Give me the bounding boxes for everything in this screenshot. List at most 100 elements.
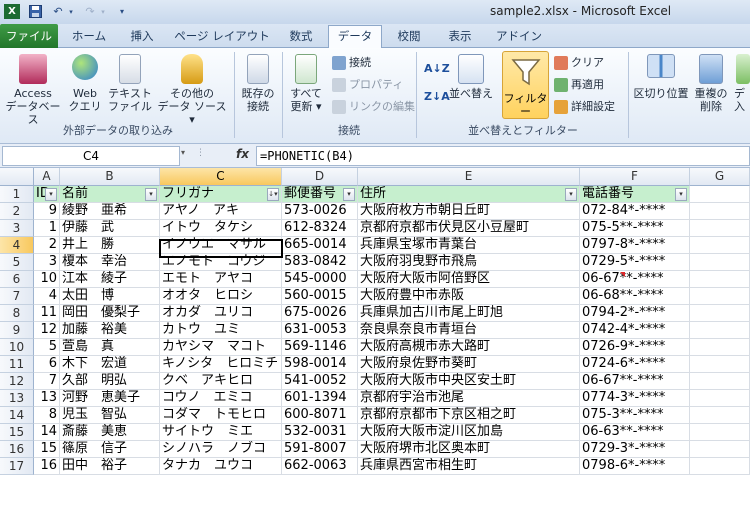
id-cell[interactable]: 7 [34,373,60,390]
row-header[interactable]: 2 [0,203,34,220]
id-cell[interactable]: 4 [34,288,60,305]
name-cell[interactable]: 久部 明弘 [60,373,160,390]
row-header[interactable]: 7 [0,288,34,305]
grid-cell[interactable] [690,373,750,390]
other-sources-button[interactable]: その他の データ ソース ▾ [154,54,230,126]
phone-cell[interactable]: 075-3**-**** [580,407,690,424]
zip-cell[interactable]: 591-8007 [282,441,358,458]
grid-cell[interactable] [690,390,750,407]
furigana-cell[interactable]: コダマ トモヒロ [160,407,282,424]
furigana-cell[interactable]: キノシタ ヒロミチ [160,356,282,373]
reapply-button[interactable]: 再適用 [554,76,604,94]
zip-cell[interactable]: 541-0052 [282,373,358,390]
address-cell[interactable]: 大阪府大阪市阿倍野区 [358,271,580,288]
filter-dropdown-icon[interactable]: ▾ [145,188,157,201]
zip-cell[interactable]: 560-0015 [282,288,358,305]
furigana-cell[interactable]: サイトウ ミエ [160,424,282,441]
clear-filter-button[interactable]: クリア [554,54,604,72]
id-cell[interactable]: 1 [34,220,60,237]
phone-cell[interactable]: 0797-8*-**** [580,237,690,254]
id-cell[interactable]: 3 [34,254,60,271]
zip-cell[interactable]: 675-0026 [282,305,358,322]
name-cell[interactable]: 河野 恵美子 [60,390,160,407]
address-cell[interactable]: 京都府宇治市池尾 [358,390,580,407]
advanced-filter-button[interactable]: 詳細設定 [554,98,615,116]
properties-button[interactable]: プロパティ [332,76,403,94]
sort-button[interactable]: 並べ替え [446,54,496,100]
formula-input[interactable]: =PHONETIC(B4) [256,146,750,166]
row-header[interactable]: 13 [0,390,34,407]
furigana-cell[interactable]: カトウ ユミ [160,322,282,339]
furigana-cell[interactable]: タナカ ユウコ [160,458,282,475]
furigana-cell[interactable]: クベ アキヒロ [160,373,282,390]
furigana-cell[interactable]: イトウ タケシ [160,220,282,237]
sort-filter-dropdown-icon[interactable]: ↓▾ [267,188,279,201]
row-header[interactable]: 9 [0,322,34,339]
zip-cell[interactable]: 631-0053 [282,322,358,339]
tab-page-layout[interactable]: ページ レイアウト [170,26,274,48]
phone-cell[interactable]: 0774-3*-**** [580,390,690,407]
address-cell[interactable]: 大阪府羽曳野市飛鳥 [358,254,580,271]
save-icon[interactable] [28,4,42,19]
tab-view[interactable]: 表示 [436,26,484,48]
grid-cell[interactable] [690,220,750,237]
edit-links-button[interactable]: リンクの編集 [332,98,415,116]
address-cell[interactable]: 大阪府大阪市中央区安土町 [358,373,580,390]
id-cell[interactable]: 11 [34,305,60,322]
remove-duplicates-button[interactable]: 重複の 削除 [692,54,730,113]
phone-cell[interactable]: 0729-5*-**** [580,254,690,271]
zip-cell[interactable]: 545-0000 [282,271,358,288]
address-cell[interactable]: 大阪府枚方市朝日丘町 [358,203,580,220]
undo-dropdown-icon[interactable]: ▾ [66,4,76,19]
phone-cell[interactable]: 06-67**-**** [580,271,690,288]
grid-cell[interactable] [690,203,750,220]
zip-cell[interactable]: 600-8071 [282,407,358,424]
excel-app-icon[interactable]: X [4,4,20,19]
id-cell[interactable]: 6 [34,356,60,373]
name-cell[interactable]: 岡田 優梨子 [60,305,160,322]
phone-cell[interactable]: 0742-4*-**** [580,322,690,339]
name-cell[interactable]: 井上 勝 [60,237,160,254]
filter-button[interactable]: フィルター [502,51,549,119]
id-cell[interactable]: 2 [34,237,60,254]
address-cell[interactable]: 奈良県奈良市青垣台 [358,322,580,339]
name-cell[interactable]: 児玉 智弘 [60,407,160,424]
furigana-cell[interactable]: エモト アヤコ [160,271,282,288]
grid-cell[interactable] [690,407,750,424]
row-header[interactable]: 1 [0,186,34,203]
grid-cell[interactable] [690,288,750,305]
furigana-cell[interactable]: オオタ ヒロシ [160,288,282,305]
furigana-cell[interactable]: カヤシマ マコト [160,339,282,356]
column-header-b[interactable]: B [60,168,160,186]
row-header[interactable]: 12 [0,373,34,390]
address-cell[interactable]: 大阪府豊中市赤阪 [358,288,580,305]
connections-button[interactable]: 接続 [332,54,371,72]
name-cell[interactable]: 綾野 亜希 [60,203,160,220]
row-header[interactable]: 11 [0,356,34,373]
row-header[interactable]: 14 [0,407,34,424]
grid-cell[interactable] [690,254,750,271]
grid-cell[interactable] [690,356,750,373]
phone-cell[interactable]: 0798-6*-**** [580,458,690,475]
filter-dropdown-icon[interactable]: ▾ [675,188,687,201]
column-header-a[interactable]: A [34,168,60,186]
row-header[interactable]: 8 [0,305,34,322]
address-cell[interactable]: 京都府京都市下京区相之町 [358,407,580,424]
phone-cell[interactable]: 0729-3*-**** [580,441,690,458]
name-cell[interactable]: 江本 綾子 [60,271,160,288]
text-file-button[interactable]: テキスト ファイル [106,54,154,113]
grid-cell[interactable] [690,339,750,356]
name-cell[interactable]: 伊藤 武 [60,220,160,237]
column-header-d[interactable]: D [282,168,358,186]
zip-cell[interactable]: 601-1394 [282,390,358,407]
id-cell[interactable]: 13 [34,390,60,407]
furigana-cell[interactable]: アヤノ アキ [160,203,282,220]
column-header-g[interactable]: G [690,168,750,186]
name-cell[interactable]: 太田 博 [60,288,160,305]
name-cell[interactable]: 木下 宏道 [60,356,160,373]
access-database-button[interactable]: Access データベース [2,54,64,126]
phone-cell[interactable]: 0724-6*-**** [580,356,690,373]
row-header[interactable]: 5 [0,254,34,271]
zip-cell[interactable]: 612-8324 [282,220,358,237]
row-header[interactable]: 15 [0,424,34,441]
